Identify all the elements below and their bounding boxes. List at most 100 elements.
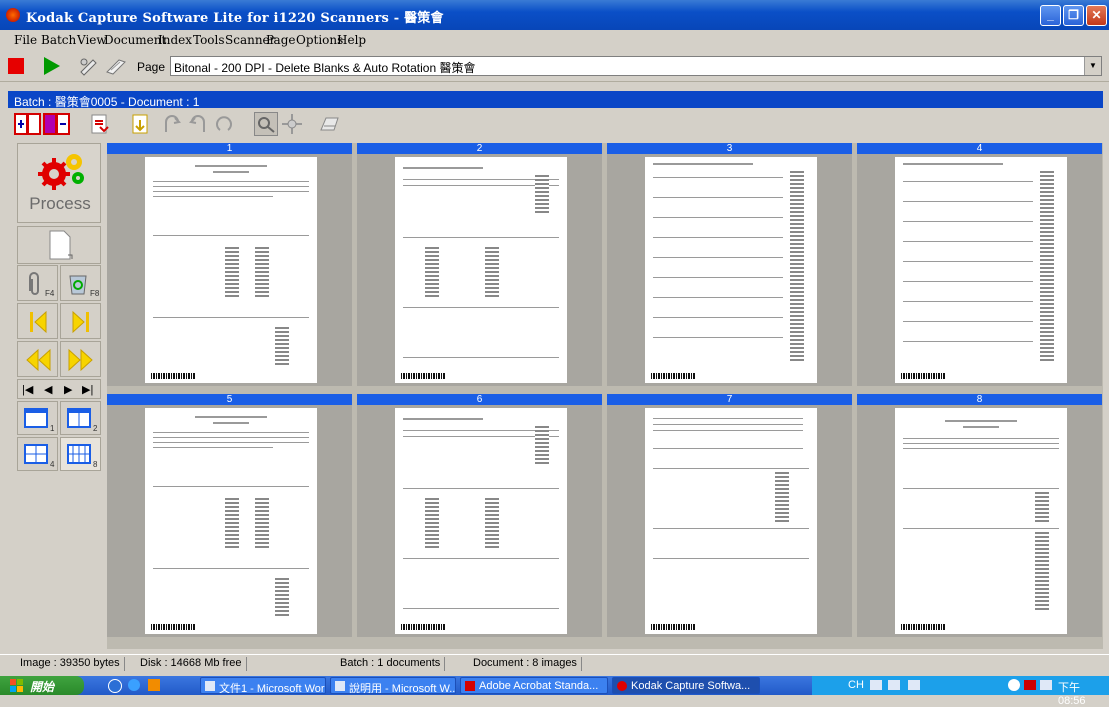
clock[interactable]: 下午 08:56 — [1058, 679, 1109, 707]
view-2-button[interactable]: 2 — [60, 401, 101, 435]
page-thumbnail[interactable]: 4 — [857, 143, 1102, 386]
left-panel: Process F4 F8 |◀ ◀ ▶ ▶| 1 2 4 8 — [17, 143, 101, 473]
page-number: 4 — [857, 143, 1102, 154]
last-page-icon[interactable]: ▶| — [82, 383, 93, 396]
page-number: 3 — [607, 143, 852, 154]
page-thumbnail[interactable]: 1 — [107, 143, 352, 386]
gears-icon — [38, 154, 84, 190]
print-icon[interactable] — [318, 112, 342, 136]
quicklaunch-icon[interactable] — [148, 679, 160, 691]
previous-document-button[interactable] — [17, 341, 58, 377]
view-4-button[interactable]: 4 — [17, 437, 58, 471]
close-button[interactable]: ✕ — [1086, 5, 1107, 26]
recycle-button[interactable]: F8 — [60, 265, 101, 301]
pan-icon[interactable] — [280, 112, 304, 136]
view-8-number: 8 — [93, 460, 98, 469]
keyboard-icon[interactable] — [870, 680, 882, 690]
page-image — [645, 408, 817, 634]
page-image — [645, 157, 817, 383]
page-image — [145, 157, 317, 383]
next-document-button[interactable] — [60, 341, 101, 377]
pen-icon[interactable] — [888, 680, 900, 690]
menu-tools[interactable]: Tools — [193, 33, 225, 47]
task-word-1[interactable]: 文件1 - Microsoft Word — [200, 677, 326, 694]
page-thumbnail[interactable]: 7 — [607, 394, 852, 637]
page-image — [895, 408, 1067, 634]
kodak-app-icon[interactable] — [6, 8, 20, 22]
last-document-button[interactable] — [60, 303, 101, 339]
double-view-icon — [67, 408, 91, 428]
zoom-icon[interactable] — [254, 112, 278, 136]
process-button[interactable]: Process — [17, 143, 101, 223]
scanner-icon[interactable] — [77, 56, 99, 76]
first-icon — [30, 310, 47, 334]
minimize-button[interactable]: _ — [1040, 5, 1061, 26]
page-thumbnail[interactable]: 6 — [357, 394, 602, 637]
page-image — [395, 157, 567, 383]
next-page-icon[interactable]: ▶ — [64, 383, 72, 396]
start-label: 開始 — [30, 680, 55, 694]
windows-taskbar: 開始 文件1 - Microsoft Word 說明用 - Microsoft … — [0, 676, 1109, 707]
windows-logo-icon — [10, 679, 23, 692]
rotate-180-icon[interactable] — [212, 112, 236, 136]
previous-page-icon[interactable]: ◀ — [44, 383, 52, 396]
menu-file[interactable]: File — [14, 33, 37, 47]
menu-document[interactable]: Document — [104, 33, 166, 47]
rotate-left-icon[interactable] — [160, 112, 184, 136]
view-8-button[interactable]: 8 — [60, 437, 101, 471]
fast-forward-icon — [68, 348, 93, 372]
merge-document-icon[interactable] — [43, 112, 70, 136]
start-button[interactable]: 開始 — [0, 676, 84, 695]
status-bar: Image : 39350 bytes Disk : 14668 Mb free… — [0, 654, 1109, 672]
chevron-down-icon[interactable]: ▼ — [1084, 57, 1101, 75]
menu-view[interactable]: View — [77, 33, 107, 47]
stop-button[interactable] — [8, 58, 24, 74]
last-icon — [72, 310, 89, 334]
tray-app-icon[interactable] — [1024, 680, 1036, 690]
view-1-number: 1 — [50, 424, 55, 433]
title-bar[interactable]: Kodak Capture Software Lite for i1220 Sc… — [0, 0, 1109, 30]
batch-info-bar: Batch : 醫策會0005 - Document : 1 — [8, 91, 1103, 109]
quad-view-icon — [24, 444, 48, 464]
new-document-button[interactable] — [17, 226, 101, 264]
tray-arrow-icon[interactable] — [1008, 679, 1020, 691]
insert-page-icon[interactable] — [128, 112, 152, 136]
language-indicator[interactable]: CH — [848, 679, 864, 691]
maximize-button[interactable]: ❐ — [1063, 5, 1084, 26]
task-kodak[interactable]: Kodak Capture Softwa... — [612, 677, 760, 694]
menu-batch[interactable]: Batch — [41, 33, 76, 47]
batch-count-status: Batch : 1 documents — [340, 657, 446, 671]
network-icon[interactable] — [1040, 680, 1052, 690]
document-toolbar — [8, 108, 1103, 140]
menu-page[interactable]: Page — [266, 33, 295, 47]
rotate-right-icon[interactable] — [186, 112, 210, 136]
window-title: Kodak Capture Software Lite for i1220 Sc… — [26, 11, 444, 26]
f4-key-label: F4 — [45, 289, 55, 298]
start-scan-button[interactable] — [44, 57, 60, 75]
delete-page-icon[interactable] — [88, 112, 112, 136]
task-word-2[interactable]: 說明用 - Microsoft W... — [330, 677, 456, 694]
disk-free-status: Disk : 14668 Mb free — [140, 657, 247, 671]
ime-icon[interactable] — [908, 680, 920, 690]
ie-icon[interactable] — [108, 679, 122, 693]
feeder-icon[interactable] — [105, 56, 127, 76]
page-setup-select[interactable]: Bitonal - 200 DPI - Delete Blanks & Auto… — [170, 56, 1102, 76]
page-number: 6 — [357, 394, 602, 405]
menu-index[interactable]: Index — [158, 33, 192, 47]
page-thumbnail[interactable]: 3 — [607, 143, 852, 386]
image-size-status: Image : 39350 bytes — [20, 657, 125, 671]
main-toolbar: Page Bitonal - 200 DPI - Delete Blanks &… — [0, 51, 1109, 82]
page-thumbnail[interactable]: 5 — [107, 394, 352, 637]
first-document-button[interactable] — [17, 303, 58, 339]
attach-button[interactable]: F4 — [17, 265, 58, 301]
menu-bar: File Batch View Document Index Tools Sca… — [0, 30, 1109, 50]
menu-help[interactable]: Help — [337, 33, 366, 47]
page-thumbnail[interactable]: 8 — [857, 394, 1102, 637]
task-acrobat[interactable]: Adobe Acrobat Standa... — [460, 677, 608, 694]
view-1-button[interactable]: 1 — [17, 401, 58, 435]
media-icon[interactable] — [128, 679, 140, 691]
split-document-icon[interactable] — [14, 112, 41, 136]
page-thumbnail[interactable]: 2 — [357, 143, 602, 386]
first-page-icon[interactable]: |◀ — [22, 383, 33, 396]
page-label: Page — [137, 60, 166, 74]
